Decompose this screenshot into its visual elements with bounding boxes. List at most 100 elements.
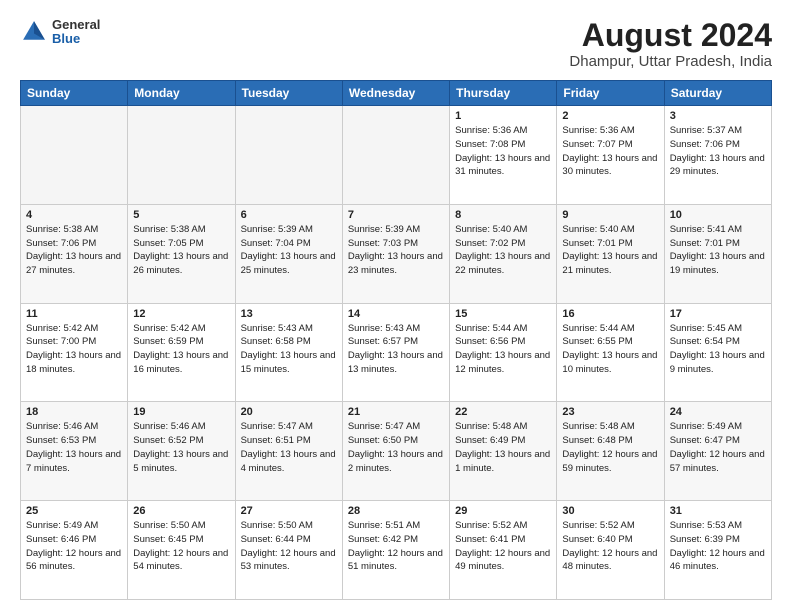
week-row-1: 1 Sunrise: 5:36 AMSunset: 7:08 PMDayligh… [21, 106, 772, 205]
calendar-cell: 6 Sunrise: 5:39 AMSunset: 7:04 PMDayligh… [235, 204, 342, 303]
day-content: Sunrise: 5:48 AMSunset: 6:48 PMDaylight:… [562, 420, 658, 475]
calendar-cell: 25 Sunrise: 5:49 AMSunset: 6:46 PMDaylig… [21, 501, 128, 600]
day-content: Sunrise: 5:43 AMSunset: 6:58 PMDaylight:… [241, 322, 337, 377]
day-content: Sunrise: 5:47 AMSunset: 6:50 PMDaylight:… [348, 420, 444, 475]
day-content: Sunrise: 5:51 AMSunset: 6:42 PMDaylight:… [348, 519, 444, 574]
calendar-cell: 29 Sunrise: 5:52 AMSunset: 6:41 PMDaylig… [450, 501, 557, 600]
day-content: Sunrise: 5:49 AMSunset: 6:47 PMDaylight:… [670, 420, 766, 475]
page: General Blue August 2024 Dhampur, Uttar … [0, 0, 792, 612]
day-number: 10 [670, 209, 766, 221]
day-content: Sunrise: 5:44 AMSunset: 6:55 PMDaylight:… [562, 322, 658, 377]
calendar-cell: 7 Sunrise: 5:39 AMSunset: 7:03 PMDayligh… [342, 204, 449, 303]
day-number: 15 [455, 308, 551, 320]
day-number: 17 [670, 308, 766, 320]
calendar-cell: 21 Sunrise: 5:47 AMSunset: 6:50 PMDaylig… [342, 402, 449, 501]
day-number: 12 [133, 308, 229, 320]
day-content: Sunrise: 5:48 AMSunset: 6:49 PMDaylight:… [455, 420, 551, 475]
day-number: 7 [348, 209, 444, 221]
subtitle: Dhampur, Uttar Pradesh, India [569, 53, 772, 70]
calendar-cell: 19 Sunrise: 5:46 AMSunset: 6:52 PMDaylig… [128, 402, 235, 501]
day-number: 20 [241, 406, 337, 418]
calendar-cell [342, 106, 449, 205]
day-number: 23 [562, 406, 658, 418]
day-number: 19 [133, 406, 229, 418]
day-content: Sunrise: 5:41 AMSunset: 7:01 PMDaylight:… [670, 223, 766, 278]
day-content: Sunrise: 5:46 AMSunset: 6:52 PMDaylight:… [133, 420, 229, 475]
calendar-cell [128, 106, 235, 205]
calendar-cell: 14 Sunrise: 5:43 AMSunset: 6:57 PMDaylig… [342, 303, 449, 402]
col-header-thursday: Thursday [450, 81, 557, 106]
col-header-saturday: Saturday [664, 81, 771, 106]
col-header-friday: Friday [557, 81, 664, 106]
day-number: 1 [455, 110, 551, 122]
day-number: 18 [26, 406, 122, 418]
day-number: 29 [455, 505, 551, 517]
calendar-cell: 4 Sunrise: 5:38 AMSunset: 7:06 PMDayligh… [21, 204, 128, 303]
week-row-4: 18 Sunrise: 5:46 AMSunset: 6:53 PMDaylig… [21, 402, 772, 501]
logo-text: General Blue [52, 18, 100, 47]
day-number: 3 [670, 110, 766, 122]
day-number: 9 [562, 209, 658, 221]
calendar-cell: 11 Sunrise: 5:42 AMSunset: 7:00 PMDaylig… [21, 303, 128, 402]
calendar-cell [235, 106, 342, 205]
calendar-cell: 13 Sunrise: 5:43 AMSunset: 6:58 PMDaylig… [235, 303, 342, 402]
col-header-wednesday: Wednesday [342, 81, 449, 106]
calendar-cell: 24 Sunrise: 5:49 AMSunset: 6:47 PMDaylig… [664, 402, 771, 501]
col-header-monday: Monday [128, 81, 235, 106]
day-number: 6 [241, 209, 337, 221]
logo-blue: Blue [52, 32, 100, 46]
day-number: 24 [670, 406, 766, 418]
day-number: 25 [26, 505, 122, 517]
day-number: 14 [348, 308, 444, 320]
calendar-cell: 27 Sunrise: 5:50 AMSunset: 6:44 PMDaylig… [235, 501, 342, 600]
logo-icon [20, 18, 48, 46]
day-content: Sunrise: 5:37 AMSunset: 7:06 PMDaylight:… [670, 124, 766, 179]
day-content: Sunrise: 5:42 AMSunset: 7:00 PMDaylight:… [26, 322, 122, 377]
day-content: Sunrise: 5:47 AMSunset: 6:51 PMDaylight:… [241, 420, 337, 475]
day-number: 27 [241, 505, 337, 517]
day-number: 21 [348, 406, 444, 418]
day-content: Sunrise: 5:36 AMSunset: 7:07 PMDaylight:… [562, 124, 658, 179]
day-number: 22 [455, 406, 551, 418]
day-number: 28 [348, 505, 444, 517]
day-content: Sunrise: 5:39 AMSunset: 7:03 PMDaylight:… [348, 223, 444, 278]
day-content: Sunrise: 5:44 AMSunset: 6:56 PMDaylight:… [455, 322, 551, 377]
day-number: 2 [562, 110, 658, 122]
calendar-cell: 28 Sunrise: 5:51 AMSunset: 6:42 PMDaylig… [342, 501, 449, 600]
day-number: 16 [562, 308, 658, 320]
day-number: 11 [26, 308, 122, 320]
day-content: Sunrise: 5:52 AMSunset: 6:40 PMDaylight:… [562, 519, 658, 574]
week-row-2: 4 Sunrise: 5:38 AMSunset: 7:06 PMDayligh… [21, 204, 772, 303]
logo-general: General [52, 18, 100, 32]
calendar-table: SundayMondayTuesdayWednesdayThursdayFrid… [20, 80, 772, 600]
day-content: Sunrise: 5:46 AMSunset: 6:53 PMDaylight:… [26, 420, 122, 475]
day-content: Sunrise: 5:45 AMSunset: 6:54 PMDaylight:… [670, 322, 766, 377]
calendar-cell: 10 Sunrise: 5:41 AMSunset: 7:01 PMDaylig… [664, 204, 771, 303]
day-content: Sunrise: 5:50 AMSunset: 6:44 PMDaylight:… [241, 519, 337, 574]
day-content: Sunrise: 5:42 AMSunset: 6:59 PMDaylight:… [133, 322, 229, 377]
title-block: August 2024 Dhampur, Uttar Pradesh, Indi… [569, 18, 772, 70]
week-row-5: 25 Sunrise: 5:49 AMSunset: 6:46 PMDaylig… [21, 501, 772, 600]
day-content: Sunrise: 5:49 AMSunset: 6:46 PMDaylight:… [26, 519, 122, 574]
col-header-tuesday: Tuesday [235, 81, 342, 106]
calendar-cell: 20 Sunrise: 5:47 AMSunset: 6:51 PMDaylig… [235, 402, 342, 501]
calendar-cell: 30 Sunrise: 5:52 AMSunset: 6:40 PMDaylig… [557, 501, 664, 600]
day-content: Sunrise: 5:38 AMSunset: 7:05 PMDaylight:… [133, 223, 229, 278]
calendar-cell: 18 Sunrise: 5:46 AMSunset: 6:53 PMDaylig… [21, 402, 128, 501]
calendar-cell: 26 Sunrise: 5:50 AMSunset: 6:45 PMDaylig… [128, 501, 235, 600]
day-number: 5 [133, 209, 229, 221]
day-content: Sunrise: 5:43 AMSunset: 6:57 PMDaylight:… [348, 322, 444, 377]
week-row-3: 11 Sunrise: 5:42 AMSunset: 7:00 PMDaylig… [21, 303, 772, 402]
calendar-cell: 9 Sunrise: 5:40 AMSunset: 7:01 PMDayligh… [557, 204, 664, 303]
col-header-sunday: Sunday [21, 81, 128, 106]
day-number: 31 [670, 505, 766, 517]
calendar-cell: 12 Sunrise: 5:42 AMSunset: 6:59 PMDaylig… [128, 303, 235, 402]
day-content: Sunrise: 5:40 AMSunset: 7:01 PMDaylight:… [562, 223, 658, 278]
calendar-cell: 22 Sunrise: 5:48 AMSunset: 6:49 PMDaylig… [450, 402, 557, 501]
calendar-cell: 31 Sunrise: 5:53 AMSunset: 6:39 PMDaylig… [664, 501, 771, 600]
day-content: Sunrise: 5:38 AMSunset: 7:06 PMDaylight:… [26, 223, 122, 278]
calendar-cell: 1 Sunrise: 5:36 AMSunset: 7:08 PMDayligh… [450, 106, 557, 205]
day-content: Sunrise: 5:52 AMSunset: 6:41 PMDaylight:… [455, 519, 551, 574]
day-number: 4 [26, 209, 122, 221]
day-number: 30 [562, 505, 658, 517]
